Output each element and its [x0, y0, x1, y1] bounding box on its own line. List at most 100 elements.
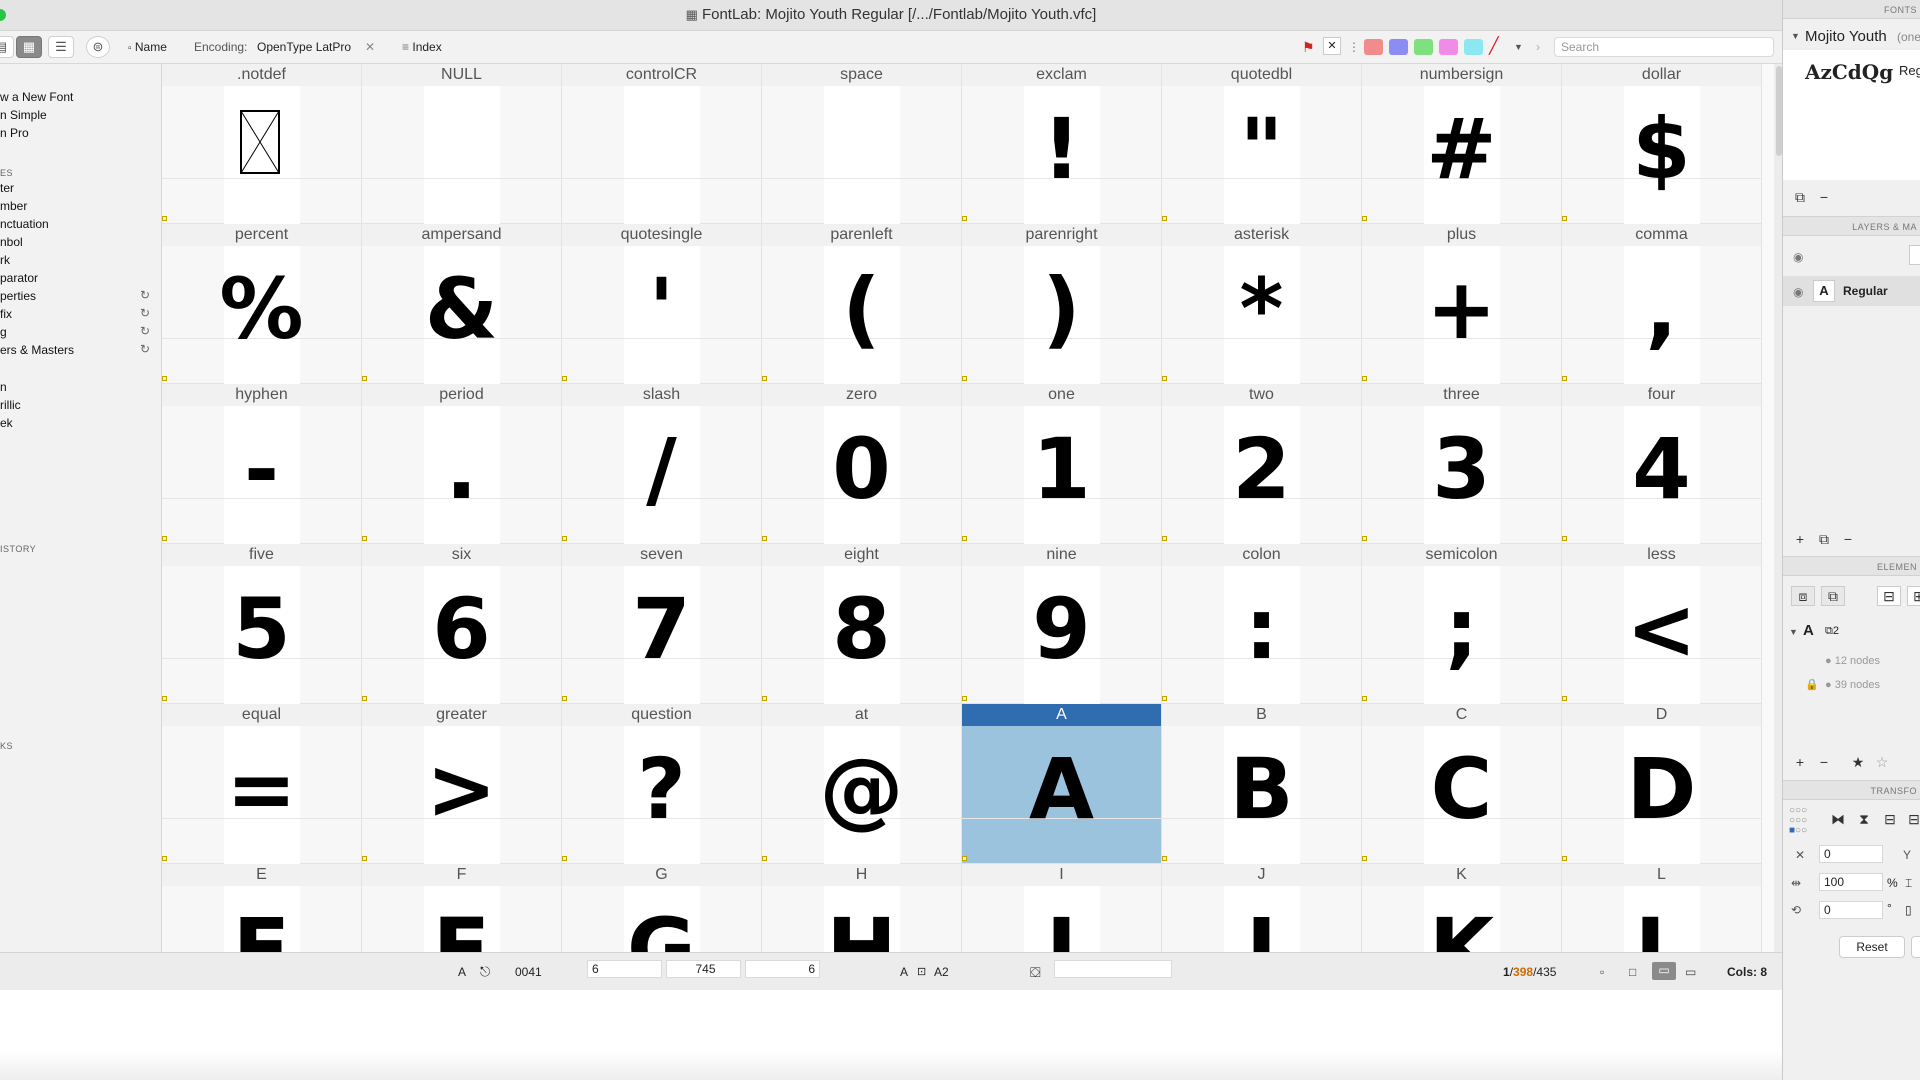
- status-alt-glyph[interactable]: A2: [934, 964, 949, 980]
- toolbar-overflow-icon[interactable]: ›: [1536, 37, 1540, 57]
- element-align-icon[interactable]: ⊟: [1877, 586, 1901, 606]
- zoom-window-button[interactable]: [0, 9, 6, 21]
- glyph-cell[interactable]: BB: [1162, 704, 1362, 864]
- flag-cyan-swatch[interactable]: [1464, 39, 1483, 55]
- duplicate-layer-icon[interactable]: ⧉: [1813, 530, 1835, 548]
- sidebar-category[interactable]: n: [0, 378, 7, 396]
- glyph-cell[interactable]: at @: [762, 704, 962, 864]
- glyph-cell[interactable]: GG: [562, 864, 762, 952]
- font-disclosure-icon[interactable]: ▼: [1791, 31, 1800, 41]
- glyph-cell[interactable]: nine 9: [962, 544, 1162, 704]
- glyph-cell[interactable]: KK: [1362, 864, 1562, 952]
- glyph-cell[interactable]: less <: [1562, 544, 1762, 704]
- glyph-cell[interactable]: semicolon;: [1362, 544, 1562, 704]
- element-split-icon[interactable]: ⧉: [1821, 586, 1845, 606]
- add-element-icon[interactable]: +: [1789, 753, 1811, 771]
- clear-flag-button[interactable]: ✕: [1323, 37, 1341, 55]
- color-dropdown-icon[interactable]: ▼: [1514, 37, 1523, 57]
- encoding-dropdown[interactable]: OpenType LatPro: [257, 37, 351, 57]
- star-outline-icon[interactable]: ☆: [1871, 753, 1893, 771]
- status-glyph-a[interactable]: A: [900, 964, 908, 980]
- glyph-cell[interactable]: greater >: [362, 704, 562, 864]
- reset-button[interactable]: Reset: [1839, 936, 1905, 958]
- scale-input[interactable]: 100: [1819, 873, 1883, 891]
- remove-element-icon[interactable]: −: [1813, 753, 1835, 771]
- glyph-cell[interactable]: controlCR: [562, 64, 762, 224]
- glyph-cell[interactable]: .notdef: [162, 64, 362, 224]
- glyph-cell[interactable]: four 4: [1562, 384, 1762, 544]
- refresh-icon[interactable]: ↻: [140, 288, 150, 302]
- glyph-cell[interactable]: quotedbl ": [1162, 64, 1362, 224]
- glyph-cell[interactable]: DD: [1562, 704, 1762, 864]
- glyph-cell[interactable]: period.: [362, 384, 562, 544]
- glyph-cell[interactable]: dollar $: [1562, 64, 1762, 224]
- glyph-cell[interactable]: EE: [162, 864, 362, 952]
- glyph-cell[interactable]: parenright): [962, 224, 1162, 384]
- apply-button[interactable]: [1911, 936, 1920, 958]
- glyph-cell[interactable]: FF: [362, 864, 562, 952]
- font-name[interactable]: Mojito Youth: [1805, 28, 1887, 45]
- sidebar-category[interactable]: ers & Masters: [0, 341, 74, 359]
- mark-class-icon[interactable]: ⊡: [917, 964, 926, 980]
- glyph-cell[interactable]: one 1: [962, 384, 1162, 544]
- glyph-cell[interactable]: NULL: [362, 64, 562, 224]
- element-combine-icon[interactable]: ⧈: [1791, 586, 1815, 606]
- sidebar-category[interactable]: rk: [0, 251, 10, 269]
- glyph-cell[interactable]: zero 0: [762, 384, 962, 544]
- glyph-cell[interactable]: five 5: [162, 544, 362, 704]
- layer-visibility-icon[interactable]: ◉: [1793, 250, 1803, 264]
- glyph-cell[interactable]: parenleft (: [762, 224, 962, 384]
- glyph-cell[interactable]: comma,: [1562, 224, 1762, 384]
- sidebar-category[interactable]: g: [0, 323, 7, 341]
- glyph-cell[interactable]: space: [762, 64, 962, 224]
- glyph-cell[interactable]: AA: [962, 704, 1162, 864]
- glyph-cell[interactable]: two 2: [1162, 384, 1362, 544]
- flip-horizontal-icon[interactable]: ⧓: [1827, 810, 1849, 828]
- view-mode-table-button[interactable]: ☰: [48, 36, 74, 58]
- refresh-icon[interactable]: ↻: [140, 324, 150, 338]
- glyph-cell[interactable]: six 6: [362, 544, 562, 704]
- sidebar-category[interactable]: fix: [0, 305, 12, 323]
- cell-size-small-button[interactable]: ▫: [1600, 964, 1604, 980]
- glyph-cell[interactable]: hyphen -: [162, 384, 362, 544]
- cell-size-wide-button[interactable]: ▭: [1685, 964, 1696, 980]
- filter-icon[interactable]: ⊜: [86, 36, 110, 58]
- glyph-cell[interactable]: slash /: [562, 384, 762, 544]
- align-icon[interactable]: ⊟: [1879, 810, 1901, 828]
- glyph-cell[interactable]: eight 8: [762, 544, 962, 704]
- rsb-field[interactable]: 6: [745, 960, 820, 978]
- star-filled-icon[interactable]: ★: [1847, 753, 1869, 771]
- stamp-icon[interactable]: ⛋: [1030, 964, 1041, 980]
- sidebar-category[interactable]: rillic: [0, 396, 21, 414]
- sidebar-category[interactable]: ter: [0, 179, 14, 197]
- layer-regular-visibility-icon[interactable]: ◉: [1793, 285, 1803, 299]
- sidebar-item[interactable]: w a New Font: [0, 88, 73, 106]
- flag-green-swatch[interactable]: [1414, 39, 1433, 55]
- font-preview-sample[interactable]: AzCdQg: [1805, 60, 1893, 84]
- contour-1[interactable]: ● 12 nodes: [1825, 655, 1880, 667]
- rotate-input[interactable]: 0: [1819, 901, 1883, 919]
- more-options-icon[interactable]: ⋮: [1348, 37, 1360, 57]
- lsb-field[interactable]: 6: [587, 960, 662, 978]
- glyph-cell[interactable]: JJ: [1162, 864, 1362, 952]
- sidebar-category[interactable]: mber: [0, 197, 27, 215]
- columns-count[interactable]: Cols: 8: [1727, 964, 1767, 980]
- add-layer-icon[interactable]: +: [1789, 530, 1811, 548]
- glyph-cell[interactable]: asterisk *: [1162, 224, 1362, 384]
- element-disclosure-icon[interactable]: ▼: [1789, 627, 1798, 637]
- refresh-icon[interactable]: ↻: [140, 342, 150, 356]
- glyph-cell[interactable]: equal =: [162, 704, 362, 864]
- remove-layer-icon[interactable]: −: [1837, 530, 1859, 548]
- flag-pink-swatch[interactable]: [1439, 39, 1458, 55]
- glyph-cell[interactable]: exclam!: [962, 64, 1162, 224]
- duplicate-font-icon[interactable]: ⧉: [1789, 188, 1811, 206]
- glyph-cell[interactable]: percent%: [162, 224, 362, 384]
- index-mode-button[interactable]: ≡ Index: [402, 37, 442, 57]
- view-mode-list-button[interactable]: ▤: [0, 36, 14, 58]
- flag-blue-swatch[interactable]: [1389, 39, 1408, 55]
- cell-size-medium-button[interactable]: □: [1629, 964, 1636, 980]
- custom-color-icon[interactable]: ╱: [1489, 37, 1499, 57]
- glyph-cell[interactable]: quotesingle ': [562, 224, 762, 384]
- glyph-cell[interactable]: three 3: [1362, 384, 1562, 544]
- search-input[interactable]: Search: [1554, 37, 1774, 57]
